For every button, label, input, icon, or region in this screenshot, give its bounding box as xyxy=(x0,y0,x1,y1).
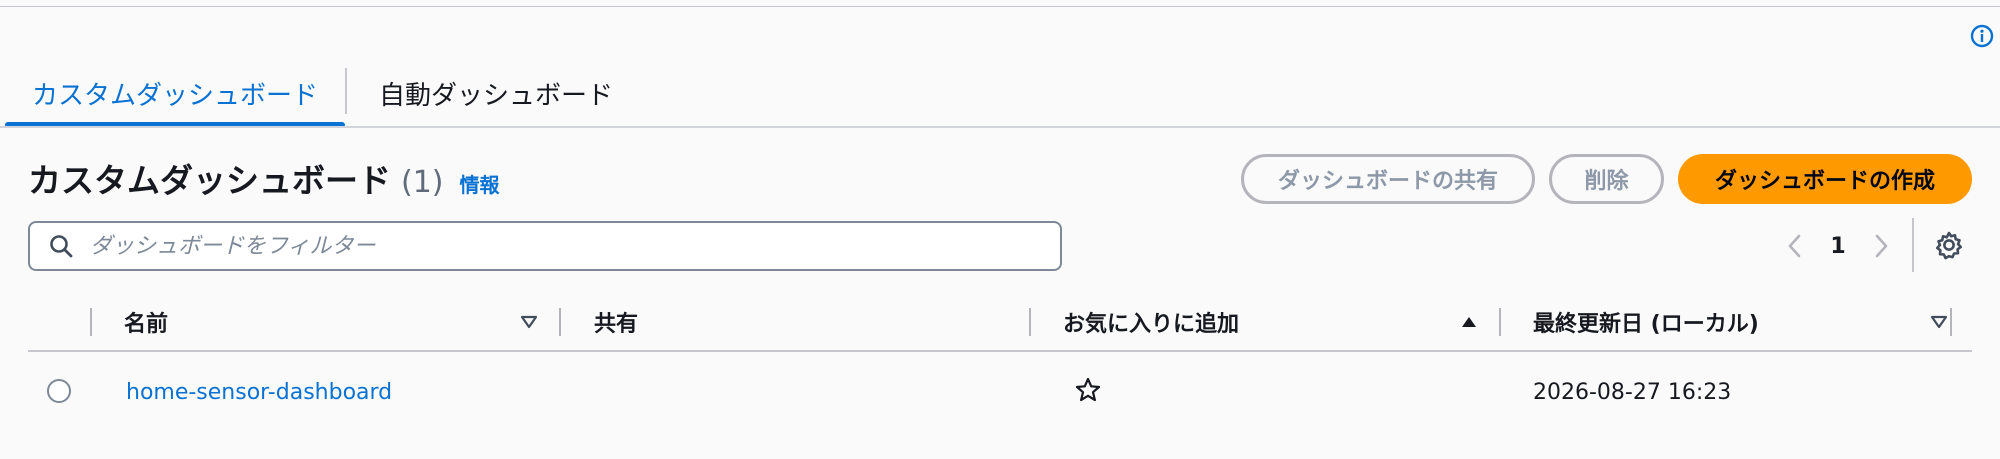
page-header: カスタムダッシュボード (1) 情報 xyxy=(28,154,500,204)
dashboard-name-link[interactable]: home-sensor-dashboard xyxy=(126,372,392,412)
filter-box xyxy=(28,221,1062,271)
tab-label: 自動ダッシュボード xyxy=(378,80,613,111)
chevron-right-icon xyxy=(1875,234,1888,258)
column-divider xyxy=(559,308,561,336)
column-divider xyxy=(1499,308,1501,336)
dashboard-tabs: カスタムダッシュボード 自動ダッシュボード xyxy=(0,60,2000,128)
info-link[interactable]: 情報 xyxy=(460,169,500,198)
page-title: カスタムダッシュボード xyxy=(28,161,391,200)
filter-input[interactable] xyxy=(88,232,1032,260)
favorite-toggle[interactable] xyxy=(1072,374,1104,406)
sort-caret-down-outline-icon[interactable] xyxy=(1928,311,1950,333)
star-outline-icon xyxy=(1075,377,1101,402)
next-page-button[interactable] xyxy=(1866,226,1896,266)
column-header-favorite[interactable]: お気に入りに追加 xyxy=(1063,300,1239,344)
delete-button[interactable]: 削除 xyxy=(1549,154,1664,204)
column-divider xyxy=(1029,308,1031,336)
sort-caret-up-filled-icon[interactable] xyxy=(1458,311,1480,333)
column-header-shared: 共有 xyxy=(594,312,639,337)
column-header-last-updated[interactable]: 最終更新日 (ローカル) xyxy=(1533,300,1759,344)
current-page-number[interactable]: 1 xyxy=(1820,226,1856,266)
chevron-left-icon xyxy=(1788,234,1801,258)
top-divider xyxy=(0,6,2000,7)
create-dashboard-button[interactable]: ダッシュボードの作成 xyxy=(1678,154,1972,204)
column-divider xyxy=(1950,308,1952,336)
tab-automatic-dashboards[interactable]: 自動ダッシュボード xyxy=(346,60,646,126)
tab-custom-dashboards[interactable]: カスタムダッシュボード xyxy=(5,60,345,126)
tab-label: カスタムダッシュボード xyxy=(31,80,318,111)
info-circle-icon[interactable] xyxy=(1970,24,1994,48)
sort-caret-down-outline-icon[interactable] xyxy=(518,311,540,333)
table-preferences-button[interactable] xyxy=(1932,228,1966,262)
pagination-divider xyxy=(1912,218,1914,272)
previous-page-button[interactable] xyxy=(1780,226,1810,266)
tabs-divider xyxy=(0,126,2000,128)
table-header-rule xyxy=(28,350,1972,352)
column-divider xyxy=(90,308,92,336)
share-dashboard-button[interactable]: ダッシュボードの共有 xyxy=(1241,154,1535,204)
gear-icon xyxy=(1936,231,1962,260)
item-count: (1) xyxy=(401,165,444,200)
search-icon xyxy=(46,231,76,261)
column-header-name[interactable]: 名前 xyxy=(124,300,168,344)
row-select-radio[interactable] xyxy=(47,379,71,403)
last-updated-cell: 2026-08-27 16:23 xyxy=(1533,379,1732,405)
